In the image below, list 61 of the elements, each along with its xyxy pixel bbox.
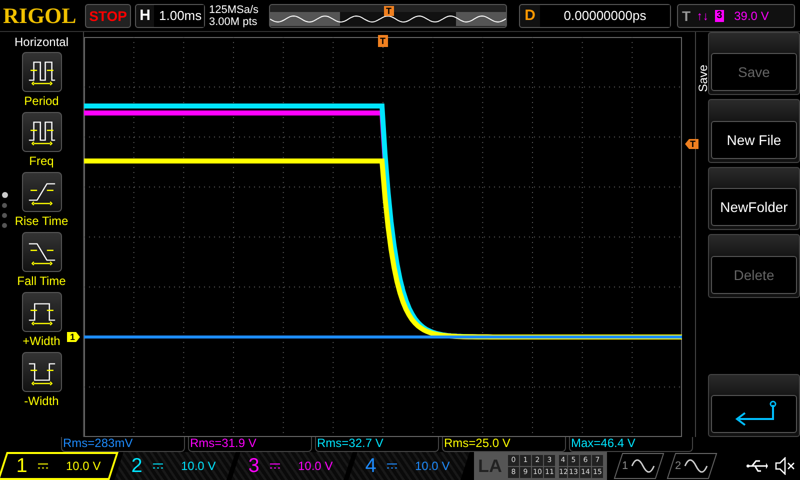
memory-depth: 3.00M pts (209, 16, 258, 28)
sine-wave-icon (683, 457, 710, 475)
math-tab[interactable]: 1 (614, 453, 664, 479)
channel-marker[interactable]: 1 (67, 332, 80, 342)
measurement-value: Rms=32.7 V (317, 437, 384, 450)
brand-logo: RIGOL (3, 2, 78, 28)
channel-tab[interactable]: 2 10.0 V (114, 452, 236, 480)
page-dot[interactable] (2, 223, 7, 228)
measure-label: Rise Time (14, 214, 68, 228)
sample-rate: 125MSa/s (209, 4, 260, 16)
math-tab[interactable]: 2 (666, 453, 718, 479)
delay-box[interactable]: D 0.00000000ps (519, 4, 671, 28)
trigger-level-marker[interactable]: T (685, 139, 698, 149)
trigger-edge: ↑↓ (696, 8, 709, 22)
trigger-box[interactable]: T ↑↓ 3 39.0 V (677, 4, 795, 28)
delay-value: 0.00000000ps (540, 4, 670, 26)
measurement-value: Rms=31.9 V (190, 437, 256, 450)
measure-button[interactable] (22, 352, 62, 392)
page-dot[interactable] (2, 213, 7, 218)
page-dot[interactable] (2, 192, 8, 198)
math-number: 2 (675, 460, 682, 472)
measure-label: Fall Time (17, 274, 66, 288)
run-stop-button[interactable]: STOP (85, 4, 131, 28)
timebase-value: 1.00ms (154, 4, 204, 26)
trigger-source: 3 (714, 10, 724, 22)
trigger-position-marker[interactable]: T (378, 35, 388, 47)
dc-coupling-icon (387, 463, 397, 469)
back-button[interactable] (711, 395, 797, 434)
channel-tab[interactable]: 3 10.0 V (231, 452, 353, 480)
measure-button[interactable] (22, 232, 62, 272)
trigger-label: T (682, 8, 691, 24)
measure-button[interactable] (22, 52, 62, 92)
measure-label: Freq (29, 154, 54, 168)
dc-coupling-icon (270, 463, 280, 469)
menu-title: Save (696, 64, 708, 92)
measure-button[interactable] (22, 112, 62, 152)
trigger-level: 39.0 V (734, 8, 769, 22)
measurement-value: Rms=25.0 V (444, 437, 510, 450)
measure-label: Period (24, 94, 59, 108)
measurement-value: Rms=283mV (63, 437, 133, 450)
timebase-label: H (138, 7, 152, 24)
channel-tab[interactable]: 1 10.0 V (0, 452, 119, 480)
sine-wave-icon (630, 457, 656, 475)
measure-button[interactable] (22, 292, 62, 332)
timebase-box[interactable]: H 1.00ms (135, 4, 205, 28)
panel-title: Horizontal (14, 35, 69, 49)
dc-coupling-icon (38, 463, 48, 469)
measure-button[interactable] (22, 172, 62, 212)
usb-icon (746, 459, 768, 473)
channel-tab[interactable]: 4 10.0 V (348, 452, 470, 480)
softkey-button[interactable]: NewFolder (711, 188, 797, 226)
measure-label: -Width (24, 394, 59, 408)
dc-coupling-icon (153, 463, 163, 469)
trigger-marker: T (384, 6, 394, 16)
softkey-button[interactable]: New File (711, 120, 797, 159)
mute-speaker-icon (775, 457, 798, 475)
measure-label: +Width (22, 334, 60, 348)
measurement-value: Max=46.4 V (571, 437, 636, 450)
page-dot[interactable] (2, 203, 7, 208)
delay-label: D (524, 7, 536, 24)
math-number: 1 (622, 460, 628, 472)
